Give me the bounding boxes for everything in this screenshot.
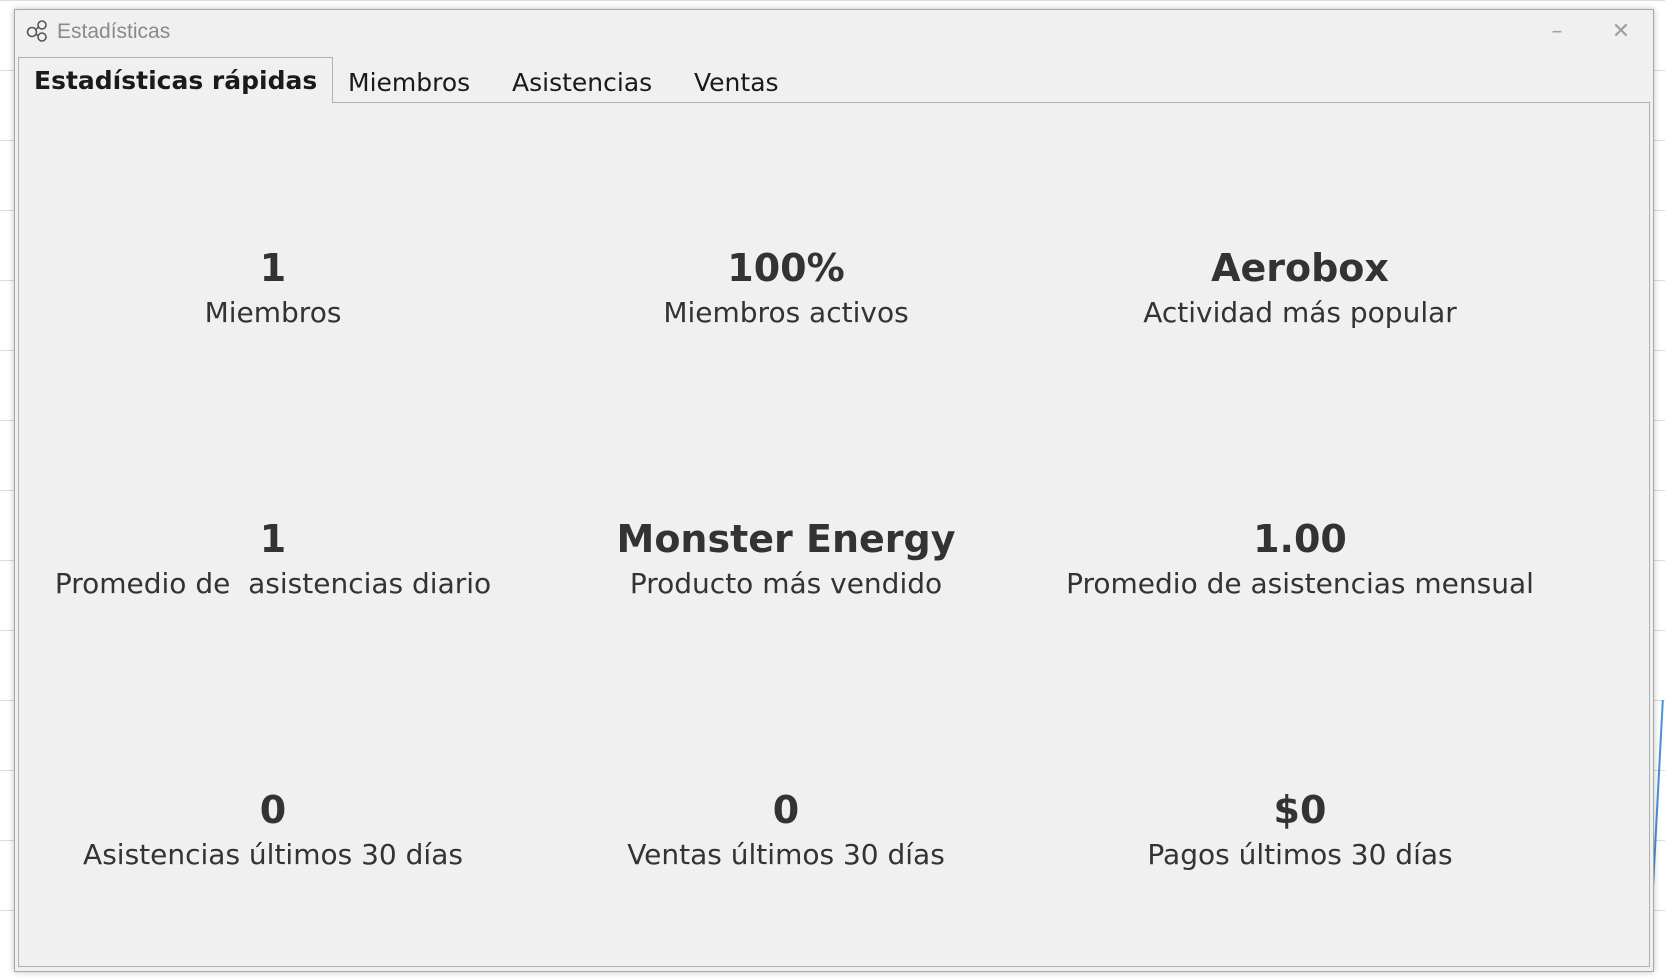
stat-popular-activity: Aerobox Actividad más popular [1040, 246, 1560, 332]
stat-label: Ventas últimos 30 días [627, 838, 945, 871]
stat-label: Actividad más popular [1143, 296, 1457, 329]
stat-label: Miembros activos [663, 296, 909, 329]
stat-label: Promedio de asistencias mensual [1066, 567, 1534, 600]
stat-payments-30-days: $0 Pagos últimos 30 días [1040, 788, 1560, 874]
stat-label: Miembros [204, 296, 342, 329]
stat-value: 100% [727, 246, 845, 290]
stat-value: 1 [259, 517, 287, 561]
stat-value: 0 [259, 788, 287, 832]
close-button[interactable]: ✕ [1601, 18, 1641, 46]
window-title: Estadísticas [57, 20, 171, 43]
tab-strip: Estadísticas rápidas Miembros Asistencia… [18, 57, 1650, 103]
stat-value: 0 [772, 788, 800, 832]
stat-daily-attendance-avg: 1 Promedio de asistencias diario [13, 517, 533, 603]
stat-value: $0 [1273, 788, 1327, 832]
stat-sales-30-days: 0 Ventas últimos 30 días [526, 788, 1046, 874]
title-bar[interactable]: Estadísticas – ✕ [15, 10, 1653, 52]
stat-members: 1 Miembros [13, 246, 533, 332]
tab-members[interactable]: Miembros [348, 63, 470, 103]
stat-attendance-30-days: 0 Asistencias últimos 30 días [13, 788, 533, 874]
stat-value: 1 [259, 246, 287, 290]
tab-sales[interactable]: Ventas [694, 63, 779, 103]
stat-top-product: Monster Energy Producto más vendido [526, 517, 1046, 603]
stat-label: Promedio de asistencias diario [54, 567, 492, 600]
quick-stats-panel: 1 Miembros 100% Miembros activos Aerobox… [18, 102, 1650, 967]
stat-label: Asistencias últimos 30 días [83, 838, 463, 871]
stat-value: 1.00 [1253, 517, 1347, 561]
stat-label: Producto más vendido [629, 567, 943, 600]
minimize-button[interactable]: – [1537, 18, 1577, 46]
stat-value: Monster Energy [616, 517, 956, 561]
stat-value: Aerobox [1211, 246, 1389, 290]
stat-monthly-attendance-avg: 1.00 Promedio de asistencias mensual [1040, 517, 1560, 603]
stat-label: Pagos últimos 30 días [1147, 838, 1453, 871]
statistics-window: Estadísticas – ✕ Estadísticas rápidas Mi… [14, 9, 1654, 972]
stat-active-members: 100% Miembros activos [526, 246, 1046, 332]
tab-quick-stats[interactable]: Estadísticas rápidas [18, 57, 334, 103]
tab-attendance[interactable]: Asistencias [512, 63, 652, 103]
chart-nodes-icon [26, 20, 47, 42]
